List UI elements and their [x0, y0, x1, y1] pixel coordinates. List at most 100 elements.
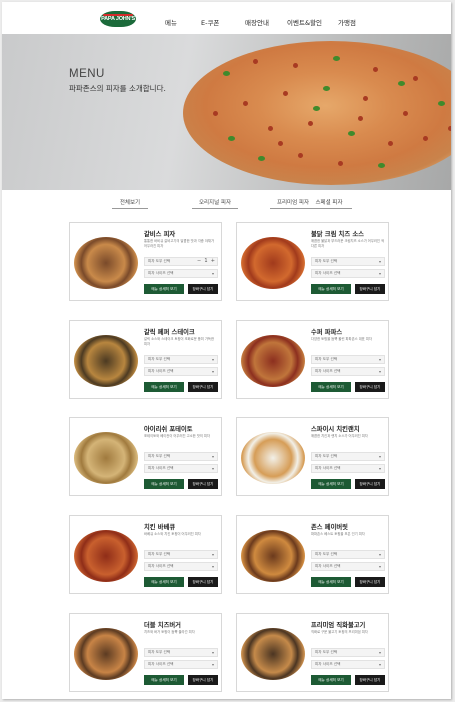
pizza-thumbnail[interactable]	[74, 335, 138, 387]
dough-select-label: 피자 도우 선택	[315, 650, 338, 654]
product-name[interactable]: 프리미엄 직화불고기	[311, 620, 365, 629]
add-to-cart-button[interactable]: 장바구니 담기	[188, 577, 218, 587]
product-card: 존스 페이버릿 파파존스 베스트 토핑을 모은 인기 피자 피자 도우 선택 ▾…	[236, 515, 389, 594]
size-select[interactable]: 피자 사이즈 선택 ▾	[311, 660, 385, 669]
pizza-thumbnail[interactable]	[74, 432, 138, 484]
pizza-topping	[283, 91, 288, 96]
dough-select[interactable]: 피자 도우 선택 ▾	[311, 452, 385, 461]
pizza-topping	[308, 121, 313, 126]
product-name[interactable]: 치킨 바베큐	[144, 522, 175, 531]
add-to-cart-button[interactable]: 장바구니 담기	[188, 479, 218, 489]
product-card: 스파이시 치킨랜치 매콤한 치킨과 랜치 소스가 어우러진 피자 피자 도우 선…	[236, 417, 389, 496]
menu-detail-button[interactable]: 메뉴 상세히 보기	[144, 479, 184, 489]
size-select-label: 피자 사이즈 선택	[148, 662, 174, 666]
add-to-cart-button[interactable]: 장바구니 담기	[355, 577, 385, 587]
product-name[interactable]: 불닭 크림 치즈 소스	[311, 229, 364, 238]
dough-select[interactable]: 피자 도우 선택 ▾	[144, 550, 218, 559]
size-select-label: 피자 사이즈 선택	[315, 662, 341, 666]
nav-item-franchise[interactable]: 가맹점	[338, 17, 356, 27]
product-description: 직화로 구운 불고기 토핑의 프리미엄 피자	[311, 630, 368, 634]
menu-detail-button[interactable]: 메뉴 상세히 보기	[311, 382, 351, 392]
pizza-topping	[378, 163, 385, 168]
pizza-topping	[348, 131, 355, 136]
size-select[interactable]: 피자 사이즈 선택 ▾	[144, 269, 218, 278]
add-to-cart-button[interactable]: 장바구니 담기	[355, 479, 385, 489]
product-name[interactable]: 수퍼 파파스	[311, 327, 342, 336]
dough-select[interactable]: 피자 도우 선택 ▾	[144, 648, 218, 657]
product-name[interactable]: 갈비스 피자	[144, 229, 175, 238]
size-select[interactable]: 피자 사이즈 선택 ▾	[144, 660, 218, 669]
nav-item-menu[interactable]: 메뉴	[165, 17, 177, 27]
dough-select[interactable]: 피자 도우 선택 ▾	[311, 550, 385, 559]
pizza-thumbnail[interactable]	[241, 335, 305, 387]
pizza-thumbnail[interactable]	[241, 432, 305, 484]
filter-tab-original[interactable]: 오리지널 피자	[192, 199, 238, 209]
size-select[interactable]: 피자 사이즈 선택 ▾	[144, 562, 218, 571]
nav-item-stores[interactable]: 매장안내	[245, 17, 269, 27]
pizza-thumbnail[interactable]	[241, 237, 305, 289]
dough-select[interactable]: 피자 도우 선택 ▾	[311, 355, 385, 364]
dough-select[interactable]: 피자 도우 선택 −1 +	[144, 257, 218, 266]
pizza-thumbnail[interactable]	[74, 237, 138, 289]
pizza-thumbnail[interactable]	[74, 530, 138, 582]
logo-stripe	[103, 14, 133, 16]
menu-detail-button[interactable]: 메뉴 상세히 보기	[144, 284, 184, 294]
dough-select[interactable]: 피자 도우 선택 ▾	[311, 648, 385, 657]
dough-select[interactable]: 피자 도우 선택 ▾	[311, 257, 385, 266]
nav-item-events[interactable]: 이벤트&할인	[287, 17, 322, 27]
size-select[interactable]: 피자 사이즈 선택 ▾	[311, 464, 385, 473]
size-select[interactable]: 피자 사이즈 선택 ▾	[311, 562, 385, 571]
plus-icon[interactable]: +	[211, 258, 215, 265]
pizza-topping	[268, 126, 273, 131]
size-select-label: 피자 사이즈 선택	[315, 564, 341, 568]
menu-detail-button[interactable]: 메뉴 상세히 보기	[311, 479, 351, 489]
product-name[interactable]: 존스 페이버릿	[311, 522, 348, 531]
nav-item-ecoupon[interactable]: E-쿠폰	[201, 17, 219, 27]
pizza-thumbnail[interactable]	[74, 628, 138, 680]
add-to-cart-button[interactable]: 장바구니 담기	[188, 284, 218, 294]
product-card: 더블 치즈버거 치즈와 버거 토핑이 듬뿍 올라간 피자 피자 도우 선택 ▾ …	[69, 613, 222, 692]
dough-select[interactable]: 피자 도우 선택 ▾	[144, 452, 218, 461]
add-to-cart-button[interactable]: 장바구니 담기	[188, 675, 218, 685]
quantity-value: 1	[204, 258, 208, 264]
pizza-topping	[323, 86, 330, 91]
add-to-cart-button[interactable]: 장바구니 담기	[355, 382, 385, 392]
product-name[interactable]: 더블 치즈버거	[144, 620, 181, 629]
size-select-label: 피자 사이즈 선택	[315, 369, 341, 373]
size-select-label: 피자 사이즈 선택	[315, 466, 341, 470]
menu-detail-button[interactable]: 메뉴 상세히 보기	[144, 382, 184, 392]
product-name[interactable]: 갈릭 페퍼 스테이크	[144, 327, 195, 336]
add-to-cart-button[interactable]: 장바구니 담기	[188, 382, 218, 392]
product-description: 바베큐 소스와 치킨 토핑이 어우러진 피자	[144, 532, 201, 536]
menu-detail-button[interactable]: 메뉴 상세히 보기	[144, 675, 184, 685]
pizza-topping	[373, 67, 378, 72]
size-select[interactable]: 피자 사이즈 선택 ▾	[311, 269, 385, 278]
filter-tab-special[interactable]: 스페셜 피자	[306, 199, 352, 209]
product-description: 다양한 토핑을 듬뿍 올린 파파존스 대표 피자	[311, 337, 372, 341]
size-select[interactable]: 피자 사이즈 선택 ▾	[311, 367, 385, 376]
size-select[interactable]: 피자 사이즈 선택 ▾	[144, 367, 218, 376]
papajohns-logo[interactable]: PAPA JOHN'S	[100, 11, 136, 27]
pizza-topping	[358, 116, 363, 121]
product-card: 갈비스 피자 통통한 바비큐 갈비고기의 달콤한 맛과 각종 야채가 어우러진 …	[69, 222, 222, 301]
menu-detail-button[interactable]: 메뉴 상세히 보기	[311, 577, 351, 587]
size-select[interactable]: 피자 사이즈 선택 ▾	[144, 464, 218, 473]
add-to-cart-button[interactable]: 장바구니 담기	[355, 675, 385, 685]
chevron-down-icon: ▾	[211, 466, 214, 471]
minus-icon[interactable]: −	[197, 258, 201, 265]
dough-select-label: 피자 도우 선택	[315, 259, 338, 263]
add-to-cart-button[interactable]: 장바구니 담기	[355, 284, 385, 294]
dough-select[interactable]: 피자 도우 선택 ▾	[144, 355, 218, 364]
menu-detail-button[interactable]: 메뉴 상세히 보기	[311, 675, 351, 685]
menu-detail-button[interactable]: 메뉴 상세히 보기	[311, 284, 351, 294]
filter-tab-all[interactable]: 전체보기	[112, 199, 148, 209]
menu-detail-button[interactable]: 메뉴 상세히 보기	[144, 577, 184, 587]
quantity-stepper[interactable]: −1 +	[195, 258, 217, 265]
product-name[interactable]: 스파이시 치킨랜치	[311, 424, 360, 433]
pizza-topping	[333, 56, 340, 61]
product-name[interactable]: 아이리쉬 포테이토	[144, 424, 193, 433]
chevron-down-icon: ▾	[378, 369, 381, 374]
chevron-down-icon: ▾	[211, 369, 214, 374]
pizza-thumbnail[interactable]	[241, 530, 305, 582]
pizza-thumbnail[interactable]	[241, 628, 305, 680]
